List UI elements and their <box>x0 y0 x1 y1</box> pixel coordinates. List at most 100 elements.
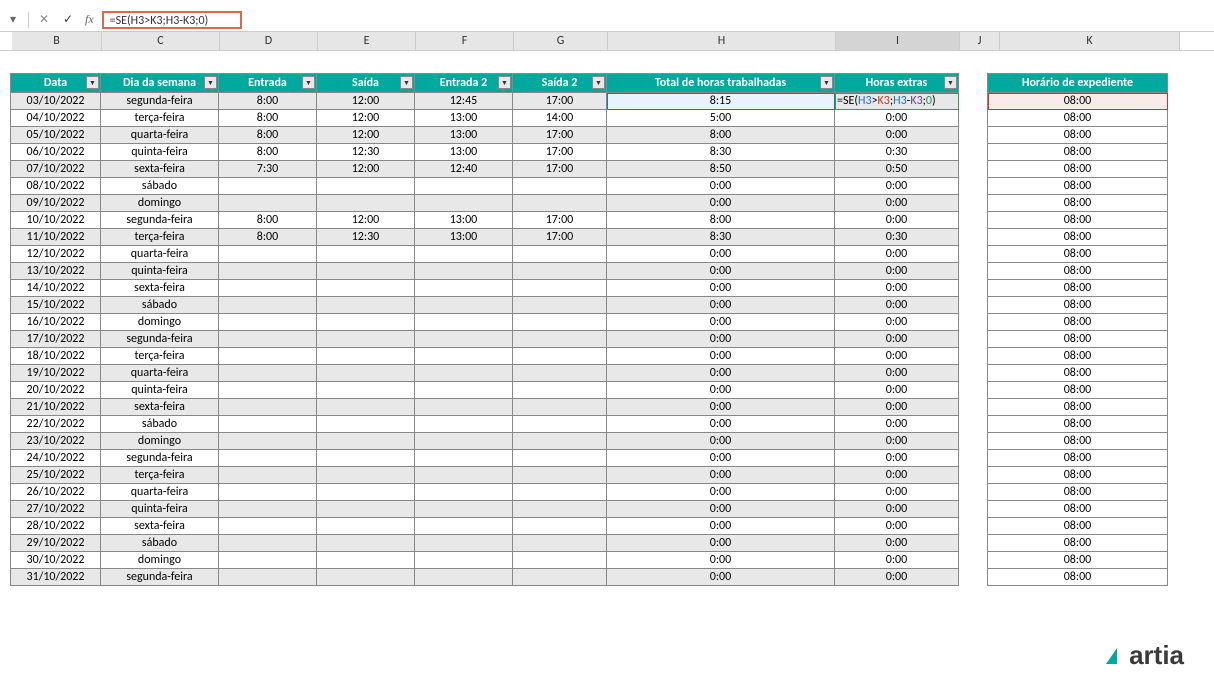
table-row[interactable]: 08:00 <box>988 195 1168 212</box>
cell-ext[interactable]: 0:30 <box>835 144 959 161</box>
cell-s2[interactable]: 14:00 <box>513 110 607 127</box>
cell-data[interactable]: 08/10/2022 <box>11 178 101 195</box>
cell-tot[interactable]: 0:00 <box>607 433 835 450</box>
cell-e2[interactable]: 12:45 <box>415 93 513 110</box>
cell-dia[interactable]: segunda-feira <box>101 331 219 348</box>
cell-data[interactable]: 22/10/2022 <box>11 416 101 433</box>
cell-dia[interactable]: segunda-feira <box>101 93 219 110</box>
cell-tot[interactable]: 0:00 <box>607 518 835 535</box>
cell-s2[interactable]: 17:00 <box>513 93 607 110</box>
cell-dia[interactable]: segunda-feira <box>101 212 219 229</box>
col-header-K[interactable]: K <box>1000 32 1180 50</box>
cell-s1[interactable] <box>317 535 415 552</box>
cell-ext[interactable]: 0:00 <box>835 365 959 382</box>
cell-exp[interactable]: 08:00 <box>988 467 1168 484</box>
col-header-F[interactable]: F <box>416 32 514 50</box>
table-row[interactable]: 08:00 <box>988 246 1168 263</box>
cell-e2[interactable]: 13:00 <box>415 110 513 127</box>
filter-icon[interactable]: ▼ <box>820 76 833 89</box>
cell-exp[interactable]: 08:00 <box>988 161 1168 178</box>
cell-e1[interactable] <box>219 416 317 433</box>
cell-e1[interactable] <box>219 552 317 569</box>
cell-e2[interactable] <box>415 382 513 399</box>
cell-e2[interactable] <box>415 484 513 501</box>
cell-dia[interactable]: domingo <box>101 433 219 450</box>
cell-tot[interactable]: 0:00 <box>607 467 835 484</box>
cell-s1[interactable] <box>317 297 415 314</box>
cell-tot[interactable]: 0:00 <box>607 314 835 331</box>
cell-s1[interactable] <box>317 280 415 297</box>
cell-e2[interactable] <box>415 195 513 212</box>
cell-ext[interactable]: 0:00 <box>835 263 959 280</box>
table-row[interactable]: 03/10/2022segunda-feira8:0012:0012:4517:… <box>11 93 959 110</box>
cell-s1[interactable] <box>317 467 415 484</box>
cell-data[interactable]: 18/10/2022 <box>11 348 101 365</box>
table-row[interactable]: 08:00 <box>988 331 1168 348</box>
table-row[interactable]: 08/10/2022sábado0:000:00 <box>11 178 959 195</box>
cell-e1[interactable]: 7:30 <box>219 161 317 178</box>
cell-data[interactable]: 11/10/2022 <box>11 229 101 246</box>
cell-s2[interactable] <box>513 297 607 314</box>
table-row[interactable]: 08:00 <box>988 161 1168 178</box>
cell-e2[interactable]: 13:00 <box>415 229 513 246</box>
cell-data[interactable]: 26/10/2022 <box>11 484 101 501</box>
filter-icon[interactable]: ▼ <box>944 76 957 89</box>
table-row[interactable]: 08:00 <box>988 518 1168 535</box>
cell-s1[interactable]: 12:30 <box>317 229 415 246</box>
cell-s2[interactable] <box>513 501 607 518</box>
cell-ext[interactable]: 0:00 <box>835 331 959 348</box>
cell-s2[interactable] <box>513 195 607 212</box>
filter-icon[interactable]: ▼ <box>400 76 413 89</box>
cell-e1[interactable]: 8:00 <box>219 212 317 229</box>
table-row[interactable]: 12/10/2022quarta-feira0:000:00 <box>11 246 959 263</box>
cell-exp[interactable]: 08:00 <box>988 416 1168 433</box>
cell-dia[interactable]: quinta-feira <box>101 382 219 399</box>
cell-e1[interactable]: 8:00 <box>219 229 317 246</box>
cell-e1[interactable] <box>219 433 317 450</box>
cell-e2[interactable] <box>415 280 513 297</box>
cell-s1[interactable] <box>317 399 415 416</box>
cell-ext[interactable]: 0:00 <box>835 195 959 212</box>
cell-ext[interactable]: 0:00 <box>835 280 959 297</box>
cell-exp[interactable]: 08:00 <box>988 399 1168 416</box>
filter-icon[interactable]: ▼ <box>86 76 99 89</box>
cell-s2[interactable] <box>513 348 607 365</box>
cell-s1[interactable] <box>317 569 415 586</box>
cell-tot[interactable]: 0:00 <box>607 348 835 365</box>
cell-data[interactable]: 04/10/2022 <box>11 110 101 127</box>
cell-ext[interactable]: 0:00 <box>835 246 959 263</box>
cell-e2[interactable] <box>415 399 513 416</box>
table-row[interactable]: 07/10/2022sexta-feira7:3012:0012:4017:00… <box>11 161 959 178</box>
filter-icon[interactable]: ▼ <box>204 76 217 89</box>
cancel-icon[interactable]: ✕ <box>35 12 53 27</box>
cell-dia[interactable]: terça-feira <box>101 348 219 365</box>
cell-ext[interactable]: 0:00 <box>835 212 959 229</box>
cell-s1[interactable] <box>317 178 415 195</box>
cell-s1[interactable]: 12:30 <box>317 144 415 161</box>
cell-e1[interactable] <box>219 518 317 535</box>
cell-data[interactable]: 25/10/2022 <box>11 467 101 484</box>
table-row[interactable]: 15/10/2022sábado0:000:00 <box>11 297 959 314</box>
cell-tot[interactable]: 0:00 <box>607 484 835 501</box>
cell-e1[interactable] <box>219 399 317 416</box>
cell-tot[interactable]: 5:00 <box>607 110 835 127</box>
table-row[interactable]: 08:00 <box>988 263 1168 280</box>
cell-e2[interactable] <box>415 450 513 467</box>
cell-e2[interactable]: 12:40 <box>415 161 513 178</box>
cell-e2[interactable] <box>415 331 513 348</box>
cell-s2[interactable] <box>513 382 607 399</box>
cell-data[interactable]: 06/10/2022 <box>11 144 101 161</box>
cell-ext[interactable]: 0:00 <box>835 348 959 365</box>
cell-s1[interactable]: 12:00 <box>317 93 415 110</box>
cell-s2[interactable] <box>513 365 607 382</box>
table-row[interactable]: 21/10/2022sexta-feira0:000:00 <box>11 399 959 416</box>
cell-e2[interactable] <box>415 348 513 365</box>
table-row[interactable]: 27/10/2022quinta-feira0:000:00 <box>11 501 959 518</box>
cell-dia[interactable]: segunda-feira <box>101 450 219 467</box>
table-row[interactable]: 08:00 <box>988 467 1168 484</box>
table-row[interactable]: 08:00 <box>988 501 1168 518</box>
cell-s2[interactable]: 17:00 <box>513 144 607 161</box>
cell-dia[interactable]: quarta-feira <box>101 365 219 382</box>
cell-tot[interactable]: 0:00 <box>607 297 835 314</box>
table-row[interactable]: 08:00 <box>988 433 1168 450</box>
